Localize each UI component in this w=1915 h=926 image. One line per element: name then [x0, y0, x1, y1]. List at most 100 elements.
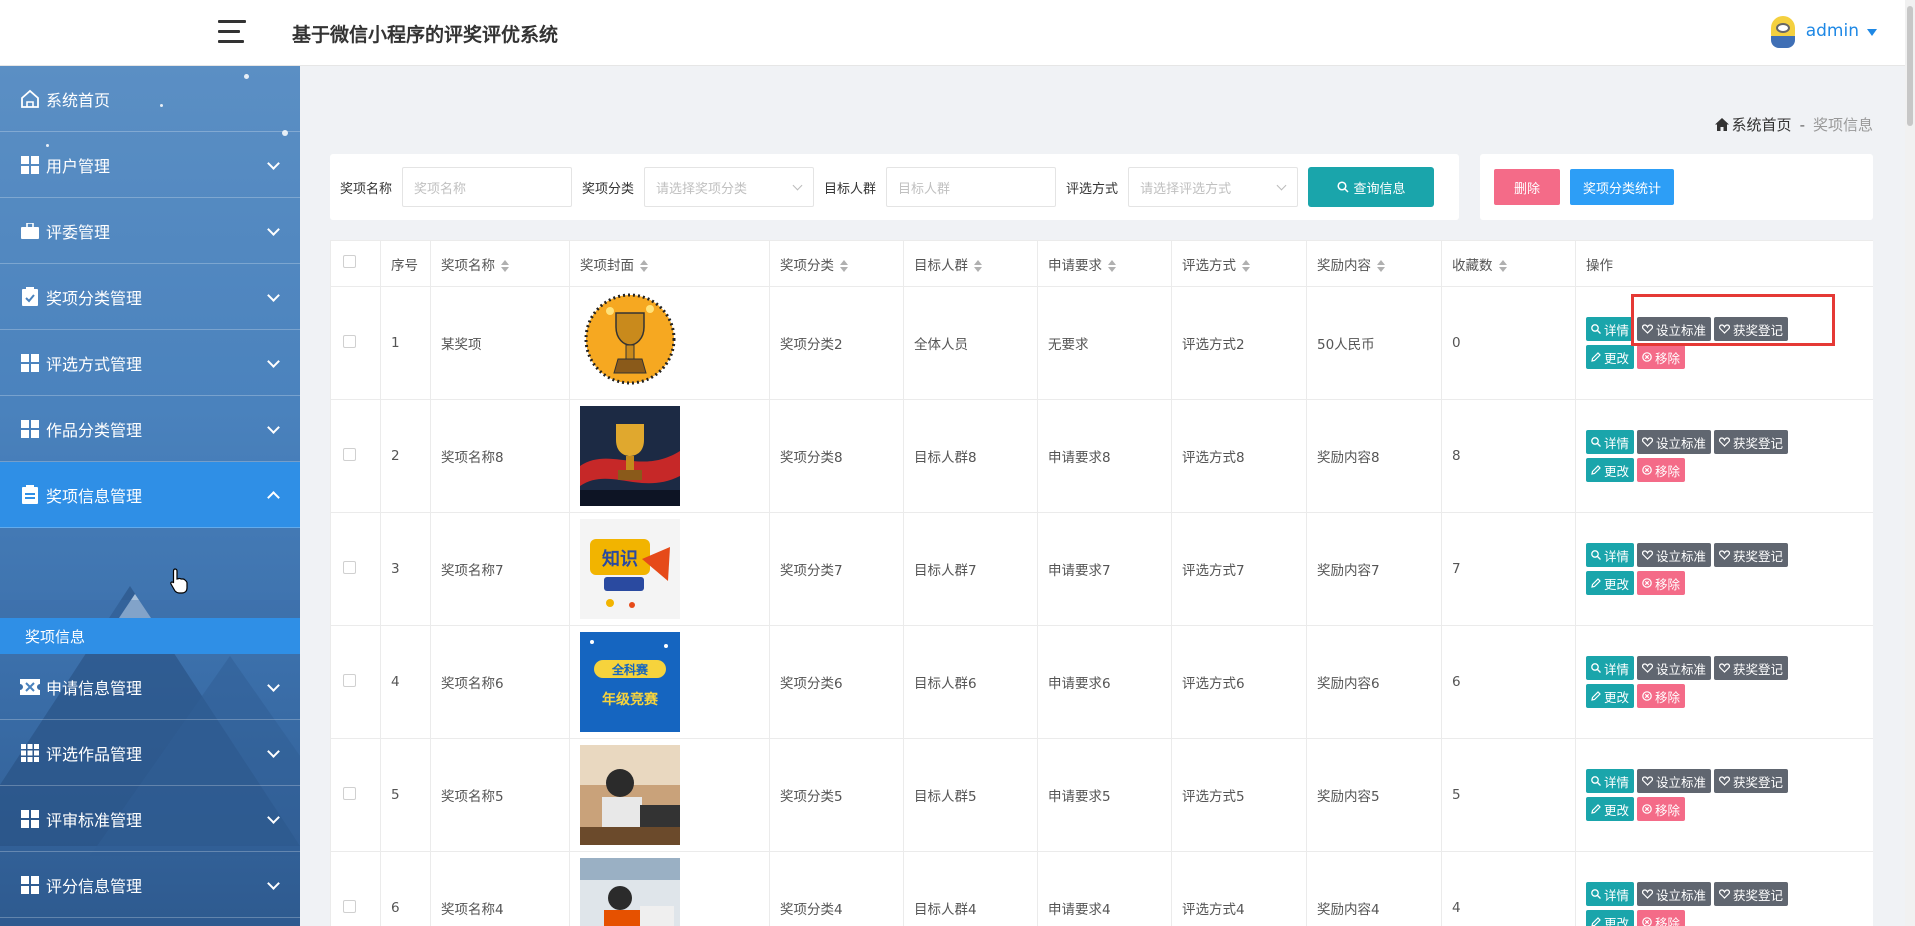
edit-button[interactable]: 更改 [1586, 910, 1635, 926]
column-header-favorites[interactable]: 收藏数 [1441, 240, 1576, 287]
chevron-down-icon [267, 355, 280, 368]
award-cover-image[interactable] [580, 293, 680, 393]
detail-button[interactable]: 详情 [1586, 543, 1635, 567]
select-all-checkbox[interactable] [343, 255, 356, 268]
cell-category: 奖项分类2 [769, 286, 904, 400]
set-standard-button[interactable]: 设立标准 [1637, 317, 1712, 341]
award-register-label: 获奖登记 [1733, 774, 1784, 790]
sidebar-item-standards[interactable]: 评审标准管理 [0, 786, 300, 852]
set-standard-button[interactable]: 设立标准 [1637, 656, 1712, 680]
set-standard-button[interactable]: 设立标准 [1637, 769, 1712, 793]
award-name-input[interactable]: 奖项名称 [402, 167, 573, 207]
column-header-target[interactable]: 目标人群 [903, 240, 1038, 287]
detail-button[interactable]: 详情 [1586, 882, 1635, 906]
sidebar-item-selection-methods[interactable]: 评选方式管理 [0, 330, 300, 396]
user-menu[interactable]: admin [1768, 14, 1877, 48]
detail-button[interactable]: 详情 [1586, 317, 1635, 341]
sort-icon[interactable] [840, 259, 848, 272]
category-stats-button[interactable]: 奖项分类统计 [1570, 169, 1674, 205]
row-checkbox[interactable] [343, 673, 356, 687]
column-header-method[interactable]: 评选方式 [1171, 240, 1307, 287]
sort-icon[interactable] [1242, 259, 1250, 272]
award-register-button[interactable]: 获奖登记 [1714, 543, 1789, 567]
column-header-cover[interactable]: 奖项封面 [569, 240, 770, 287]
sidebar-item-work-categories[interactable]: 作品分类管理 [0, 396, 300, 462]
column-header-requirement[interactable]: 申请要求 [1037, 240, 1172, 287]
sort-icon[interactable] [1108, 259, 1116, 272]
award-register-button[interactable]: 获奖登记 [1714, 882, 1789, 906]
row-checkbox[interactable] [343, 560, 356, 574]
sidebar-item-applications[interactable]: 申请信息管理 [0, 654, 300, 720]
query-button[interactable]: 查询信息 [1308, 167, 1435, 207]
award-cover-image[interactable] [580, 858, 680, 926]
page-scrollbar[interactable] [1905, 0, 1915, 926]
cell-cover[interactable] [569, 286, 770, 400]
award-cover-image[interactable] [580, 406, 680, 506]
breadcrumb-home[interactable]: 系统首页 [1714, 114, 1792, 135]
target-group-input[interactable]: 目标人群 [886, 167, 1057, 207]
row-checkbox[interactable] [343, 447, 356, 461]
pencil-icon [1591, 352, 1601, 362]
selection-method-select[interactable]: 请选择评选方式 [1128, 167, 1299, 207]
remove-button[interactable]: 移除 [1637, 571, 1686, 595]
edit-button[interactable]: 更改 [1586, 345, 1635, 369]
remove-button[interactable]: 移除 [1637, 797, 1686, 821]
edit-button[interactable]: 更改 [1586, 797, 1635, 821]
detail-button[interactable]: 详情 [1586, 769, 1635, 793]
cell-no: 3 [380, 512, 431, 626]
column-header-name[interactable]: 奖项名称 [430, 240, 570, 287]
set-standard-button[interactable]: 设立标准 [1637, 543, 1712, 567]
delete-button[interactable]: 删除 [1494, 169, 1560, 205]
cell-cover[interactable] [569, 738, 770, 852]
sidebar-item-award-info[interactable]: 奖项信息管理 [0, 462, 300, 528]
remove-button[interactable]: 移除 [1637, 458, 1686, 482]
cell-ops: 详情 设立标准 获奖登记更改 移除 [1575, 625, 1873, 739]
sidebar-item-label: 评选方式管理 [46, 354, 143, 374]
sidebar-subitem-award-info[interactable]: 奖项信息 [0, 618, 300, 654]
cell-cover[interactable]: 知识 [569, 512, 770, 626]
row-checkbox[interactable] [343, 899, 356, 913]
award-register-button[interactable]: 获奖登记 [1714, 317, 1789, 341]
sort-icon[interactable] [640, 259, 648, 272]
remove-button[interactable]: 移除 [1637, 684, 1686, 708]
cell-cover[interactable] [569, 399, 770, 513]
row-checkbox[interactable] [343, 786, 356, 800]
cell-cover[interactable]: 全科赛 年级竞赛 [569, 625, 770, 739]
edit-button[interactable]: 更改 [1586, 458, 1635, 482]
column-header-ops: 操作 [1575, 240, 1873, 287]
remove-button[interactable]: 移除 [1637, 345, 1686, 369]
column-header-category[interactable]: 奖项分类 [769, 240, 904, 287]
detail-button[interactable]: 详情 [1586, 430, 1635, 454]
sidebar-item-users[interactable]: 用户管理 [0, 132, 300, 198]
set-standard-button[interactable]: 设立标准 [1637, 430, 1712, 454]
detail-button[interactable]: 详情 [1586, 656, 1635, 680]
award-cover-image[interactable] [580, 745, 680, 845]
cell-cover[interactable] [569, 851, 770, 926]
award-cover-image[interactable]: 全科赛 年级竞赛 [580, 632, 680, 732]
column-header-reward[interactable]: 奖励内容 [1306, 240, 1442, 287]
sort-icon[interactable] [1377, 259, 1385, 272]
sort-icon[interactable] [974, 259, 982, 272]
set-standard-button[interactable]: 设立标准 [1637, 882, 1712, 906]
award-cover-image[interactable]: 知识 [580, 519, 680, 619]
sidebar-item-judges[interactable]: 评委管理 [0, 198, 300, 264]
row-checkbox[interactable] [343, 334, 356, 348]
sidebar-item-scores[interactable]: 评分信息管理 [0, 852, 300, 918]
award-register-button[interactable]: 获奖登记 [1714, 656, 1789, 680]
sidebar-item-works[interactable]: 评选作品管理 [0, 720, 300, 786]
award-register-button[interactable]: 获奖登记 [1714, 769, 1789, 793]
cell-method: 评选方式6 [1171, 625, 1307, 739]
heart-icon [1642, 550, 1654, 560]
sidebar-item-home[interactable]: 系统首页 [0, 66, 300, 132]
menu-toggle-icon[interactable] [218, 20, 246, 46]
edit-button[interactable]: 更改 [1586, 571, 1635, 595]
cell-favorites: 4 [1441, 851, 1576, 926]
award-category-select[interactable]: 请选择奖项分类 [644, 167, 815, 207]
award-register-button[interactable]: 获奖登记 [1714, 430, 1789, 454]
edit-button[interactable]: 更改 [1586, 684, 1635, 708]
sort-icon[interactable] [1498, 259, 1507, 272]
remove-button[interactable]: 移除 [1637, 910, 1686, 926]
cell-requirement: 申请要求7 [1037, 512, 1172, 626]
sort-icon[interactable] [501, 259, 509, 272]
sidebar-item-award-categories[interactable]: 奖项分类管理 [0, 264, 300, 330]
